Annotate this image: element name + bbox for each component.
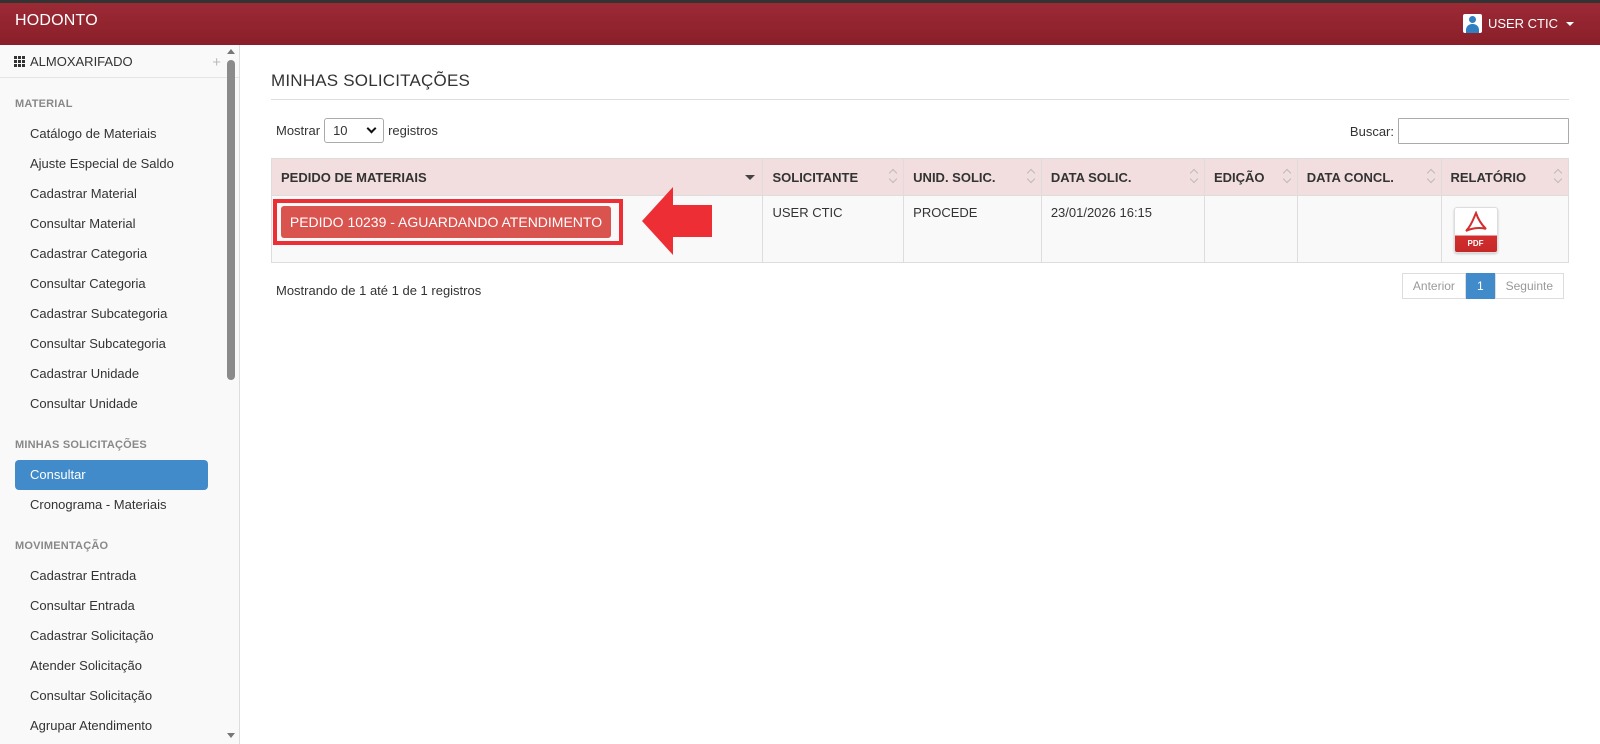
cell-solicitante: USER CTIC	[762, 195, 905, 263]
sort-icon	[1428, 170, 1434, 182]
column-data-concl[interactable]: DATA CONCL.	[1296, 158, 1442, 196]
scrollbar-thumb[interactable]	[227, 60, 235, 380]
pdf-label: PDF	[1467, 239, 1484, 248]
column-edicao[interactable]: EDIÇÃO	[1203, 158, 1298, 196]
previous-page-button[interactable]: Anterior	[1401, 273, 1466, 299]
table-footer: Mostrando de 1 até 1 de 1 registros Ante…	[271, 263, 1569, 313]
sidebar-item-catalogo-materiais[interactable]: Catálogo de Materiais	[0, 119, 203, 149]
next-page-button[interactable]: Seguinte	[1494, 273, 1564, 299]
cell-data-concl	[1296, 195, 1442, 263]
sort-icon	[1028, 170, 1034, 182]
sidebar-item-cadastrar-solicitacao[interactable]: Cadastrar Solicitação	[0, 621, 203, 651]
sidebar-item-consultar[interactable]: Consultar	[15, 460, 208, 490]
chevron-down-icon	[366, 123, 377, 134]
sidebar-item-cadastrar-categoria[interactable]: Cadastrar Categoria	[0, 239, 203, 269]
sort-icon	[1555, 170, 1561, 182]
sidebar-item-ajuste-saldo[interactable]: Ajuste Especial de Saldo	[0, 149, 203, 179]
requests-table: PEDIDO DE MATERIAIS SOLICITANTE UNID. SO…	[270, 158, 1569, 263]
request-status-button[interactable]: PEDIDO 10239 - AGUARDANDO ATENDIMENTO	[281, 206, 611, 238]
sidebar-item-cadastrar-entrada[interactable]: Cadastrar Entrada	[0, 561, 203, 591]
sort-icon	[1284, 170, 1290, 182]
sidebar-item-consultar-material[interactable]: Consultar Material	[0, 209, 203, 239]
sidebar-item-agrupar-atendimento[interactable]: Agrupar Atendimento	[0, 711, 203, 741]
cell-unidade: PROCEDE	[903, 195, 1042, 263]
sidebar-item-consultar-entrada[interactable]: Consultar Entrada	[0, 591, 203, 621]
sidebar-title: ALMOXARIFADO	[30, 53, 133, 69]
records-info: Mostrando de 1 até 1 de 1 registros	[276, 283, 482, 298]
sidebar-header: ALMOXARIFADO +	[0, 45, 239, 78]
user-menu[interactable]: USER CTIC	[1462, 14, 1574, 33]
expand-plus-icon[interactable]: +	[212, 54, 221, 71]
sidebar-item-cadastrar-subcategoria[interactable]: Cadastrar Subcategoria	[0, 299, 203, 329]
page-size-select[interactable]: 10	[324, 118, 385, 143]
sidebar-item-consultar-categoria[interactable]: Consultar Categoria	[0, 269, 203, 299]
sidebar-item-consultar-unidade[interactable]: Consultar Unidade	[0, 389, 203, 419]
cell-data: 23/01/2026 16:15	[1040, 195, 1205, 263]
sort-icon	[1191, 170, 1197, 182]
sidebar-item-consultar-solicitacao[interactable]: Consultar Solicitação	[0, 681, 203, 711]
pdf-icon[interactable]: PDF	[1453, 207, 1498, 253]
scroll-up-icon[interactable]	[227, 49, 235, 54]
page-1-button[interactable]: 1	[1465, 273, 1495, 299]
cell-relatorio: PDF	[1440, 195, 1569, 263]
sidebar-item-atender-solicitacao[interactable]: Atender Solicitação	[0, 651, 203, 681]
table-header-row: PEDIDO DE MATERIAIS SOLICITANTE UNID. SO…	[270, 158, 1569, 196]
search-input[interactable]	[1398, 118, 1569, 144]
show-label: Mostrar	[276, 123, 321, 138]
brand-logo[interactable]: HODONTO	[15, 12, 98, 30]
table-controls: Mostrar 10 registros Buscar:	[271, 100, 1569, 158]
cell-pedido: PEDIDO 10239 - AGUARDANDO ATENDIMENTO	[270, 187, 764, 263]
column-unid-solic[interactable]: UNID. SOLIC.	[903, 158, 1042, 196]
grid-icon	[14, 55, 25, 67]
scroll-down-icon[interactable]	[227, 733, 235, 738]
user-name: USER CTIC	[1487, 16, 1558, 31]
top-navbar: HODONTO USER CTIC	[0, 0, 1600, 45]
user-icon	[1462, 14, 1482, 33]
sidebar-item-cronograma-materiais[interactable]: Cronograma - Materiais	[0, 490, 203, 520]
column-solicitante[interactable]: SOLICITANTE	[762, 158, 905, 196]
column-data-solic[interactable]: DATA SOLIC.	[1040, 158, 1205, 196]
main-content: MINHAS SOLICITAÇÕES Mostrar 10 registros…	[270, 45, 1569, 313]
page-size-control: Mostrar 10 registros	[276, 118, 438, 143]
search-control: Buscar:	[1350, 118, 1569, 144]
sidebar-scrollbar[interactable]	[226, 45, 236, 744]
cell-edicao	[1203, 195, 1298, 263]
section-title-material: MATERIAL	[15, 98, 73, 110]
sort-desc-icon	[745, 175, 756, 180]
pointer-arrow-icon	[642, 187, 712, 255]
records-label: registros	[388, 123, 438, 138]
search-label: Buscar:	[1349, 123, 1394, 139]
page-title: MINHAS SOLICITAÇÕES	[271, 71, 1569, 100]
table-row: PEDIDO 10239 - AGUARDANDO ATENDIMENTO US…	[270, 187, 1569, 263]
column-relatorio[interactable]: RELATÓRIO	[1440, 158, 1569, 196]
sidebar-item-consultar-subcategoria[interactable]: Consultar Subcategoria	[0, 329, 203, 359]
pagination: Anterior 1 Seguinte	[1401, 273, 1564, 299]
sidebar: ALMOXARIFADO + MATERIAL Catálogo de Mate…	[0, 45, 240, 744]
sidebar-item-cadastrar-material[interactable]: Cadastrar Material	[0, 179, 203, 209]
section-title-movimentacao: MOVIMENTAÇÃO	[15, 540, 109, 552]
sidebar-item-cadastrar-unidade[interactable]: Cadastrar Unidade	[0, 359, 203, 389]
chevron-down-icon	[1566, 21, 1574, 26]
page-size-value: 10	[333, 123, 348, 138]
sort-icon	[890, 170, 896, 182]
section-title-minhas-solicitacoes: MINHAS SOLICITAÇÕES	[15, 439, 147, 451]
